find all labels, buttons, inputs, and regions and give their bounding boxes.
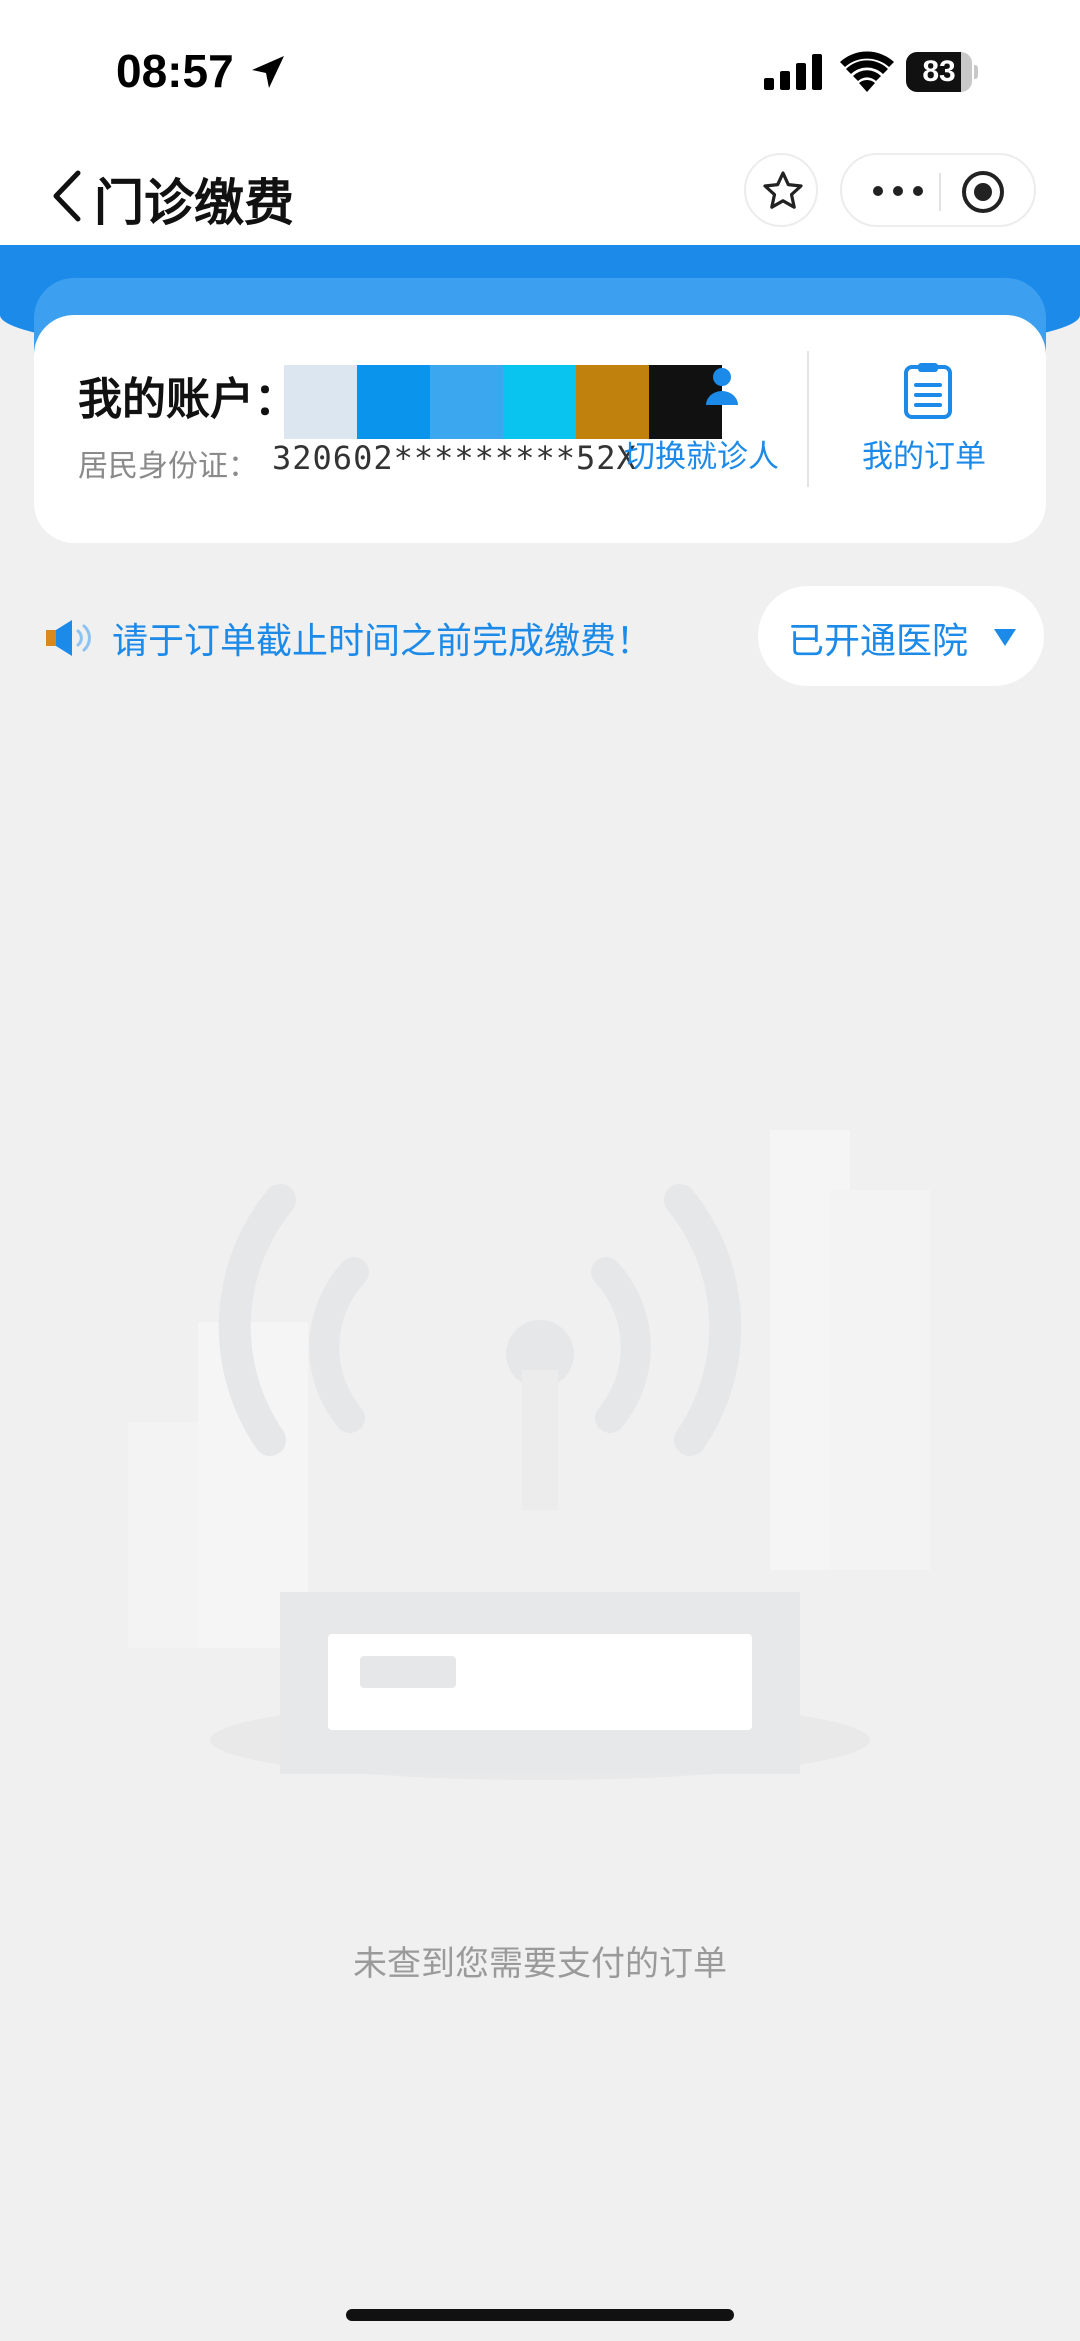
switch-patient-icon[interactable] [700,363,744,407]
hospital-selector-label: 已开通医院 [788,621,969,662]
card-divider [807,351,809,487]
id-value: 320602*********52X [272,439,637,477]
status-time: 08:57 [116,45,234,97]
empty-state-illustration [128,1130,930,1780]
redaction-block [503,365,576,439]
account-label: 我的账户： [78,374,298,425]
wifi-icon [840,51,894,92]
my-orders-button[interactable]: 我的订单 [862,431,986,476]
nav-bar: 门诊缴费 [0,145,1080,245]
favorite-button[interactable] [744,153,818,227]
redaction-block [284,365,357,439]
order-list-icon[interactable] [902,361,954,419]
page-title: 门诊缴费 [94,174,294,232]
status-bar: 08:57 83 [0,0,1080,145]
payment-notice: 请于订单截止时间之前完成缴费！ [112,621,653,662]
hospital-selector-button[interactable]: 已开通医院 [758,586,1044,686]
account-name-redacted [284,365,722,439]
account-card: 我的账户： 居民身份证： 320602*********52X 切换就诊人 我的… [34,315,1046,543]
home-indicator [346,2309,734,2321]
star-icon [763,171,803,209]
more-icon[interactable] [870,181,926,201]
capsule-divider [939,173,941,211]
id-label: 居民身份证： [78,449,258,484]
speaker-icon [46,620,91,656]
switch-patient-button[interactable]: 切换就诊人 [624,431,779,476]
redaction-block [430,365,503,439]
redaction-block [576,365,649,439]
battery-icon: 83 [906,52,978,92]
battery-level: 83 [922,55,956,88]
redaction-block [357,365,430,439]
triangle-down-icon [994,629,1016,646]
location-arrow-icon [252,56,284,88]
chevron-left-icon[interactable] [48,169,84,223]
cellular-signal-icon [764,54,822,90]
close-circle-icon[interactable] [960,169,1006,215]
mini-program-capsule [840,153,1036,227]
empty-state-text: 未查到您需要支付的订单 [353,1944,727,1984]
